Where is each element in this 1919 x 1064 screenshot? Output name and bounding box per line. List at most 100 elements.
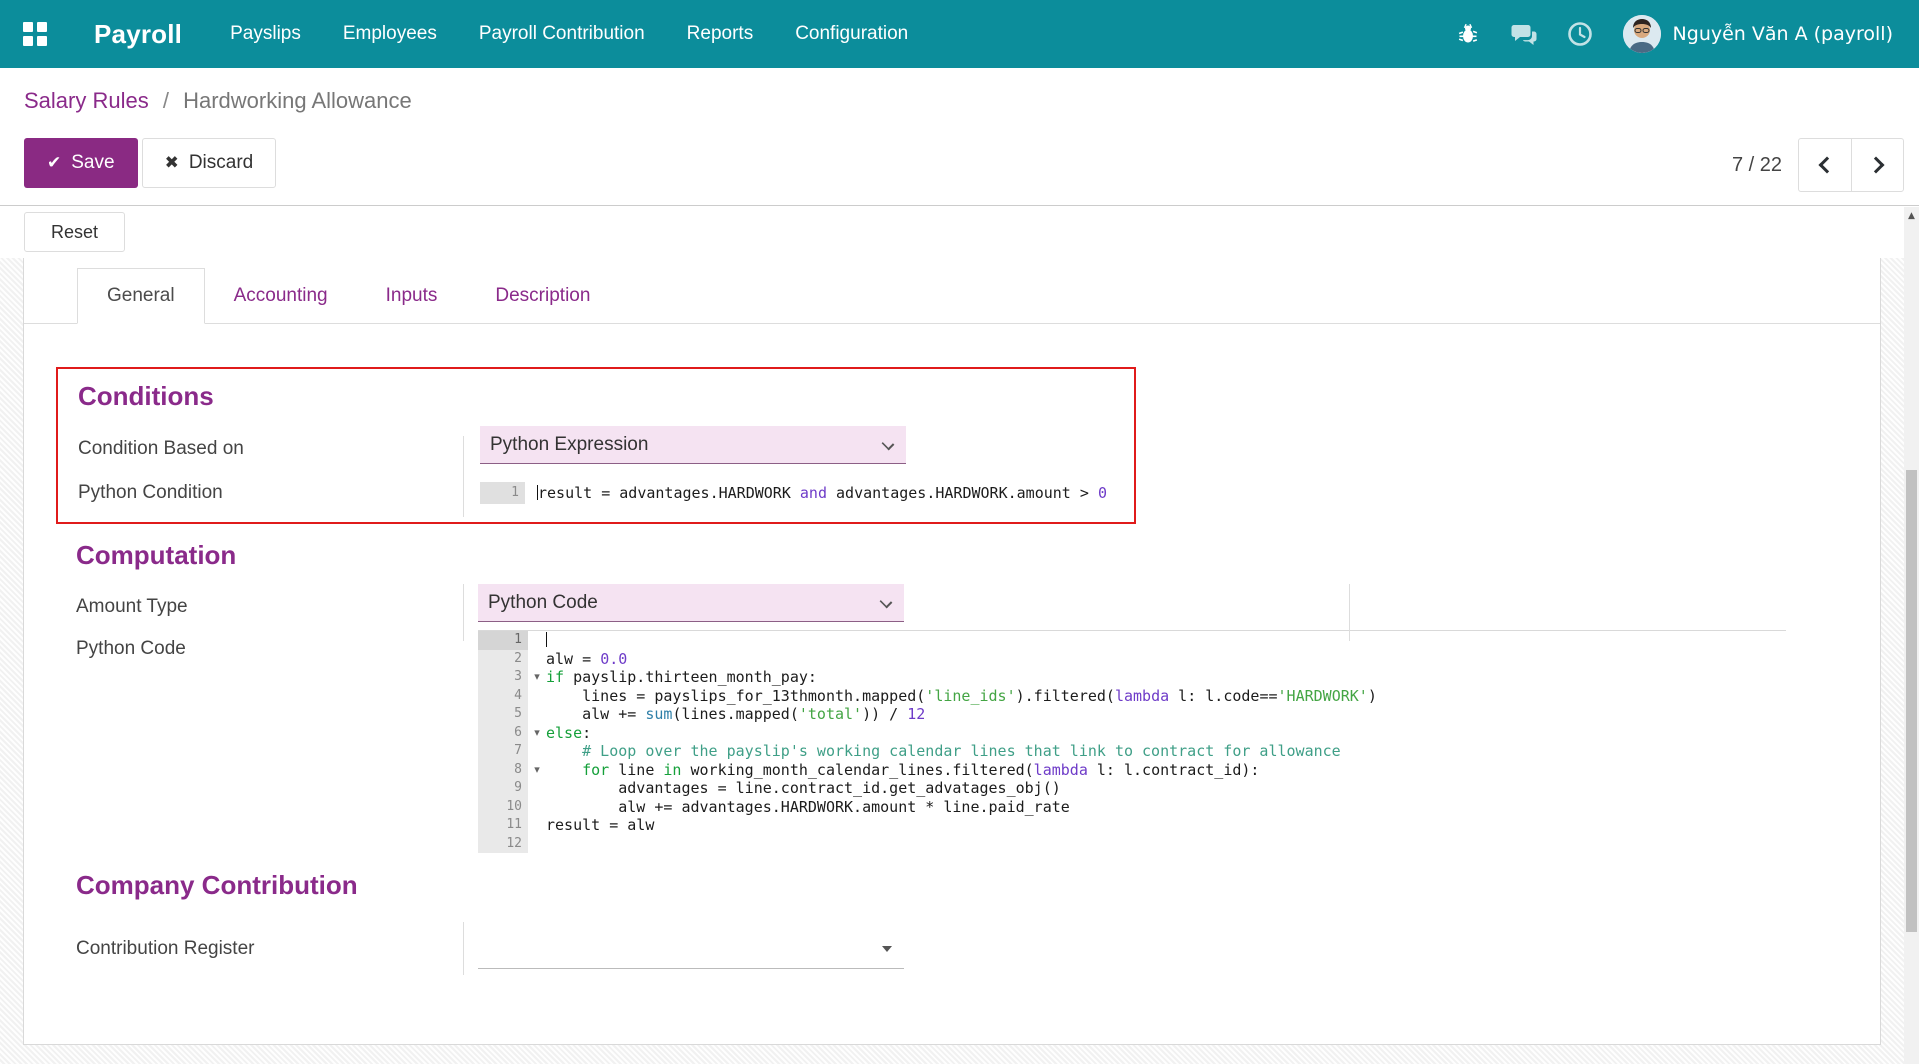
fold-arrow-icon[interactable]: ▾ xyxy=(528,761,546,780)
chevron-down-icon xyxy=(882,438,895,451)
x-icon: ✖ xyxy=(165,153,179,173)
computation-section-title: Computation xyxy=(76,540,236,571)
fold-gutter xyxy=(528,650,546,669)
user-name: Nguyễn Văn A (payroll) xyxy=(1673,23,1893,45)
python-code-editor[interactable]: 12 alw = 0.03▾if payslip.thirteen_month_p… xyxy=(478,630,1786,853)
code-text: else: xyxy=(546,724,1786,743)
code-line[interactable]: 11result = alw xyxy=(478,816,1786,835)
nav-item-payslips[interactable]: Payslips xyxy=(230,23,301,45)
contribution-register-field[interactable] xyxy=(478,929,904,969)
code-text: result = advantages.HARDWORK and advanta… xyxy=(537,482,1114,504)
code-line[interactable]: 1 xyxy=(478,631,1786,650)
user-menu[interactable]: Nguyễn Văn A (payroll) xyxy=(1623,15,1893,53)
python-condition-editor[interactable]: 1 result = advantages.HARDWORK and advant… xyxy=(480,482,1114,504)
line-number: 4 xyxy=(478,687,528,706)
tab-accounting[interactable]: Accounting xyxy=(205,268,357,324)
line-number: 1 xyxy=(480,482,525,504)
line-number: 12 xyxy=(478,835,528,854)
tab-inputs[interactable]: Inputs xyxy=(357,268,467,324)
save-button[interactable]: ✔ Save xyxy=(24,138,138,188)
fold-gutter xyxy=(528,835,546,854)
code-line[interactable]: 5 alw += sum(lines.mapped('total')) / 12 xyxy=(478,705,1786,724)
fold-gutter xyxy=(528,779,546,798)
code-line[interactable]: 1 result = advantages.HARDWORK and advant… xyxy=(480,482,1114,504)
code-line[interactable]: 7 # Loop over the payslip's working cale… xyxy=(478,742,1786,761)
group-divider xyxy=(463,922,464,975)
fold-gutter xyxy=(528,798,546,817)
form-sheet: GeneralAccountingInputsDescription Condi… xyxy=(23,258,1881,1045)
code-text: # Loop over the payslip's working calend… xyxy=(546,742,1786,761)
group-divider xyxy=(1349,584,1350,641)
code-line[interactable]: 3▾if payslip.thirteen_month_pay: xyxy=(478,668,1786,687)
code-text: alw += advantages.HARDWORK.amount * line… xyxy=(546,798,1786,817)
line-number: 5 xyxy=(478,705,528,724)
code-line[interactable]: 8▾ for line in working_month_calendar_li… xyxy=(478,761,1786,780)
line-number: 6 xyxy=(478,724,528,743)
pager-next-button[interactable] xyxy=(1851,139,1903,191)
bug-icon[interactable] xyxy=(1455,21,1481,47)
breadcrumb-current: Hardworking Allowance xyxy=(183,88,412,113)
apps-menu-button[interactable] xyxy=(0,0,70,68)
line-number: 10 xyxy=(478,798,528,817)
code-text: advantages = line.contract_id.get_advata… xyxy=(546,779,1786,798)
line-number: 7 xyxy=(478,742,528,761)
clock-icon[interactable] xyxy=(1567,21,1593,47)
fold-gutter xyxy=(528,631,546,650)
code-text: result = alw xyxy=(546,816,1786,835)
top-navbar: Payroll Payslips Employees Payroll Contrib… xyxy=(0,0,1919,68)
pager-count: 7 / 22 xyxy=(1732,154,1782,177)
nav-item-configuration[interactable]: Configuration xyxy=(795,23,908,45)
vertical-scrollbar[interactable]: ▲ xyxy=(1904,207,1919,1064)
code-line[interactable]: 9 advantages = line.contract_id.get_adva… xyxy=(478,779,1786,798)
fold-arrow-icon[interactable]: ▾ xyxy=(528,724,546,743)
code-text: alw = 0.0 xyxy=(546,650,1786,669)
contribution-register-label: Contribution Register xyxy=(76,922,463,975)
chevron-left-icon xyxy=(1819,157,1836,174)
tab-general[interactable]: General xyxy=(77,268,205,324)
fold-gutter xyxy=(528,816,546,835)
code-line[interactable]: 6▾else: xyxy=(478,724,1786,743)
code-text xyxy=(546,631,1786,650)
code-text xyxy=(546,835,1786,854)
conditions-highlight-box: Conditions Condition Based on Python Exp… xyxy=(56,367,1136,524)
nav-item-employees[interactable]: Employees xyxy=(343,23,437,45)
notebook-tabs: GeneralAccountingInputsDescription xyxy=(24,268,1880,324)
group-divider xyxy=(463,584,464,641)
line-number: 2 xyxy=(478,650,528,669)
apps-grid-icon xyxy=(23,22,47,46)
nav-item-payroll-contribution[interactable]: Payroll Contribution xyxy=(479,23,645,45)
reset-button[interactable]: Reset xyxy=(24,212,125,252)
condition-based-on-select[interactable]: Python Expression xyxy=(480,426,906,464)
code-text: alw += sum(lines.mapped('total')) / 12 xyxy=(546,705,1786,724)
pager-previous-button[interactable] xyxy=(1799,139,1851,191)
fold-arrow-icon[interactable]: ▾ xyxy=(528,668,546,687)
chat-icon[interactable] xyxy=(1511,21,1537,47)
tab-description[interactable]: Description xyxy=(466,268,619,324)
breadcrumb: Salary Rules / Hardworking Allowance xyxy=(24,68,1895,114)
amount-type-select[interactable]: Python Code xyxy=(478,584,904,622)
condition-based-on-label: Condition Based on xyxy=(78,426,465,472)
company-contribution-section-title: Company Contribution xyxy=(76,870,358,901)
code-line[interactable]: 4 lines = payslips_for_13thmonth.mapped(… xyxy=(478,687,1786,706)
code-line[interactable]: 2 alw = 0.0 xyxy=(478,650,1786,669)
pager: 7 / 22 xyxy=(1732,138,1904,192)
chevron-right-icon xyxy=(1867,157,1884,174)
app-brand[interactable]: Payroll xyxy=(94,19,182,50)
code-line[interactable]: 12 xyxy=(478,835,1786,854)
text-cursor xyxy=(546,632,547,647)
control-panel: Salary Rules / Hardworking Allowance ✔ S… xyxy=(0,68,1919,206)
code-text: for line in working_month_calendar_lines… xyxy=(546,761,1786,780)
line-number: 9 xyxy=(478,779,528,798)
discard-button[interactable]: ✖ Discard xyxy=(142,138,277,188)
python-condition-label: Python Condition xyxy=(78,472,465,514)
line-number: 1 xyxy=(478,631,528,650)
scroll-up-arrow-icon[interactable]: ▲ xyxy=(1904,207,1919,224)
avatar xyxy=(1623,15,1661,53)
conditions-section-title: Conditions xyxy=(78,381,1114,412)
code-line[interactable]: 10 alw += advantages.HARDWORK.amount * l… xyxy=(478,798,1786,817)
breadcrumb-parent-link[interactable]: Salary Rules xyxy=(24,88,149,113)
fold-gutter xyxy=(528,705,546,724)
scrollbar-thumb[interactable] xyxy=(1906,470,1917,932)
nav-item-reports[interactable]: Reports xyxy=(687,23,754,45)
fold-gutter xyxy=(528,742,546,761)
